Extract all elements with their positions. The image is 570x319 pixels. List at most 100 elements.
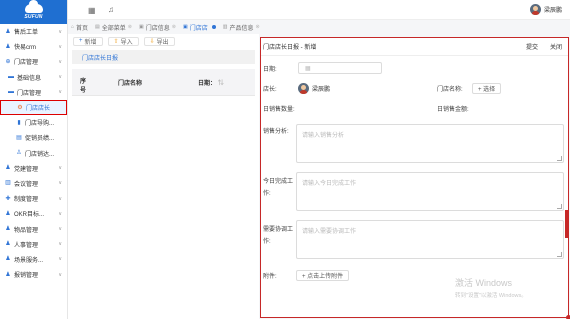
- sidebar-item-after-sales[interactable]: ♟ 售后工单 ∨: [0, 24, 67, 39]
- chevron-down-icon: ∨: [58, 165, 62, 172]
- cloud-logo-icon: [24, 0, 43, 13]
- sidebar-item-store-manager[interactable]: ⚙ 门店店长: [0, 99, 67, 116]
- sidebar-item-goods-mgmt[interactable]: ♟ 物品管理 ∨: [0, 221, 67, 236]
- submit-button[interactable]: 提交: [526, 42, 538, 51]
- attach-label: 附件:: [263, 274, 277, 280]
- sidebar-item-label: 促销员绩...: [25, 136, 55, 143]
- gear-icon: ⚙: [17, 104, 23, 111]
- date-input[interactable]: ▦: [298, 62, 382, 74]
- export-button[interactable]: ⇩ 导出: [143, 36, 175, 46]
- scrollbar-thumb[interactable]: [565, 210, 568, 238]
- chevron-down-icon: ∨: [58, 58, 62, 65]
- user-icon: ♟: [5, 43, 11, 50]
- tab-strip: ⌂ 首页 ▤ 全部菜单 ⊗ ▣ 门店信息 ⊗ ▣ 门店店 ▥ 产品信息 ⊗: [68, 20, 570, 34]
- sidebar-item-policy-mgmt[interactable]: ✚ 制度管理 ∨: [0, 191, 67, 206]
- windows-activation-watermark: 激活 Windows 转到"设置"以激活 Windows。: [455, 276, 527, 299]
- resize-handle[interactable]: [566, 315, 570, 319]
- meeting-icon: ▥: [5, 180, 11, 187]
- folder-icon: ▬: [8, 74, 14, 81]
- user-icon: ♟: [5, 271, 11, 278]
- top-bar: ▦ ♫ 梁辰鹏: [68, 0, 570, 20]
- chevron-down-icon: ∨: [58, 271, 62, 278]
- sidebar-item-meeting-mgmt[interactable]: ▥ 会议管理 ∨: [0, 176, 67, 191]
- sidebar-item-label: 场景服务...: [14, 257, 44, 264]
- user-icon: ♟: [5, 165, 11, 172]
- active-dot-icon: [211, 25, 216, 29]
- watermark-title: 激活 Windows: [455, 278, 513, 288]
- section-title: 门店店长日报: [72, 50, 255, 64]
- date-label: 日期:: [263, 66, 277, 73]
- sidebar-item-store-guide[interactable]: ▮ 门店导购...: [0, 115, 67, 130]
- sidebar-item-label: 会议管理: [14, 181, 39, 188]
- sort-icon[interactable]: ⇅: [218, 81, 224, 87]
- sidebar-item-label: 门店管理: [17, 90, 42, 97]
- user-icon: ♟: [5, 241, 11, 248]
- work-textarea[interactable]: 请输入今日完成工作: [296, 172, 564, 211]
- tab-label: 门店店: [189, 25, 208, 32]
- sidebar-item-label: 党建管理: [14, 166, 39, 173]
- chevron-down-icon: ∨: [58, 195, 62, 202]
- close-icon[interactable]: ⊗: [172, 24, 176, 30]
- tab-home[interactable]: ⌂ 首页: [71, 23, 88, 32]
- list-panel: + 新增 ⇧ 导入 ⇩ 导出 门店店长日报 序号 门店名称 日期： ⇅: [68, 34, 259, 319]
- import-button[interactable]: ⇧ 导入: [107, 36, 139, 46]
- add-label: 新增: [84, 39, 97, 46]
- grid-menu-icon[interactable]: ▦: [88, 6, 96, 15]
- manager-name: 梁辰鹏: [312, 87, 331, 93]
- sidebar-item-crm[interactable]: ♟ 快易crm ∨: [0, 39, 67, 54]
- chevron-down-icon: ∨: [58, 28, 62, 35]
- logo[interactable]: SUFUN: [0, 0, 67, 24]
- sales-amount-label: 日销售金额:: [437, 107, 469, 113]
- sidebar-item-scene-service[interactable]: ♟ 场景服务... ∨: [0, 252, 67, 267]
- sidebar-item-label: OKR目标...: [14, 212, 45, 219]
- close-icon[interactable]: ⊗: [255, 24, 259, 30]
- table-header: 序号 门店名称 日期： ⇅: [72, 69, 255, 96]
- chevron-down-icon: ∨: [58, 89, 62, 96]
- home-icon: ⌂: [71, 24, 75, 30]
- sidebar-item-store-mgmt-sub[interactable]: ▬ 门店管理 ∨: [0, 85, 67, 100]
- sidebar-item-basic-info[interactable]: ▬ 基础信息 ∨: [0, 70, 67, 85]
- user-name: 梁辰鹏: [543, 8, 562, 14]
- export-icon: ⇩: [149, 38, 155, 45]
- sidebar-item-hr-mgmt[interactable]: ♟ 人事管理 ∨: [0, 237, 67, 252]
- plus-icon: ✚: [5, 195, 11, 202]
- sidebar-item-label: 报销管理: [14, 273, 39, 280]
- bell-icon[interactable]: ♫: [108, 5, 114, 14]
- tab-label: 门店信息: [145, 25, 170, 32]
- coop-textarea[interactable]: 请输入需要协调工作: [296, 220, 564, 259]
- chevron-down-icon: ∨: [58, 256, 62, 263]
- tab-store-info[interactable]: ▣ 门店信息 ⊗: [139, 23, 176, 32]
- column-header-store[interactable]: 门店名称: [118, 78, 198, 95]
- sidebar-item-label: 快易crm: [14, 45, 36, 52]
- column-header-date[interactable]: 日期： ⇅: [198, 78, 224, 95]
- logo-text: SUFUN: [24, 14, 43, 20]
- sidebar-item-label: 门店导购...: [25, 121, 55, 128]
- sidebar-item-label: 基础信息: [17, 75, 42, 82]
- sidebar-item-promoter-perf[interactable]: ▤ 促销员绩...: [0, 130, 67, 145]
- tab-product-info[interactable]: ▥ 产品信息 ⊗: [223, 23, 260, 32]
- sidebar-item-party-mgmt[interactable]: ♟ 党建管理 ∨: [0, 161, 67, 176]
- tab-store-manager[interactable]: ▣ 门店店: [183, 23, 216, 32]
- import-icon: ⇧: [113, 38, 119, 45]
- close-icon[interactable]: ⊗: [128, 24, 132, 30]
- user-icon: ♟: [5, 210, 11, 217]
- import-label: 导入: [120, 39, 133, 46]
- store-label: 门店名称:: [437, 87, 463, 93]
- manager-chip[interactable]: 梁辰鹏: [298, 83, 330, 94]
- analysis-textarea[interactable]: 请输入销售分析: [296, 124, 564, 163]
- store-select-button[interactable]: + 选择: [472, 83, 502, 94]
- sidebar-item-store-sales[interactable]: ♙ 门店销达...: [0, 146, 67, 161]
- tab-label: 产品信息: [229, 25, 254, 32]
- sidebar-item-store-mgmt[interactable]: ⊕ 门店管理 ∨: [0, 54, 67, 69]
- store-icon: ⊕: [5, 58, 11, 65]
- close-button[interactable]: 关闭: [550, 42, 562, 51]
- user-menu[interactable]: 梁辰鹏: [529, 4, 562, 15]
- tab-all-menu[interactable]: ▤ 全部菜单 ⊗: [95, 23, 132, 32]
- sidebar-item-okr[interactable]: ♟ OKR目标... ∨: [0, 206, 67, 221]
- sidebar: SUFUN ♟ 售后工单 ∨ ♟ 快易crm ∨ ⊕ 门店管理 ∨ ▬ 基础信息 ∨ ▬ 门店管理 ∨ ⚙ 门店…: [0, 0, 68, 319]
- add-button[interactable]: + 新增: [73, 36, 103, 46]
- upload-button[interactable]: + 点击上传附件: [296, 270, 350, 281]
- sales-qty-label: 日销售数量:: [263, 107, 295, 113]
- sidebar-item-expense-mgmt[interactable]: ♟ 报销管理 ∨: [0, 267, 67, 282]
- sidebar-item-label: 门店店长: [26, 106, 51, 113]
